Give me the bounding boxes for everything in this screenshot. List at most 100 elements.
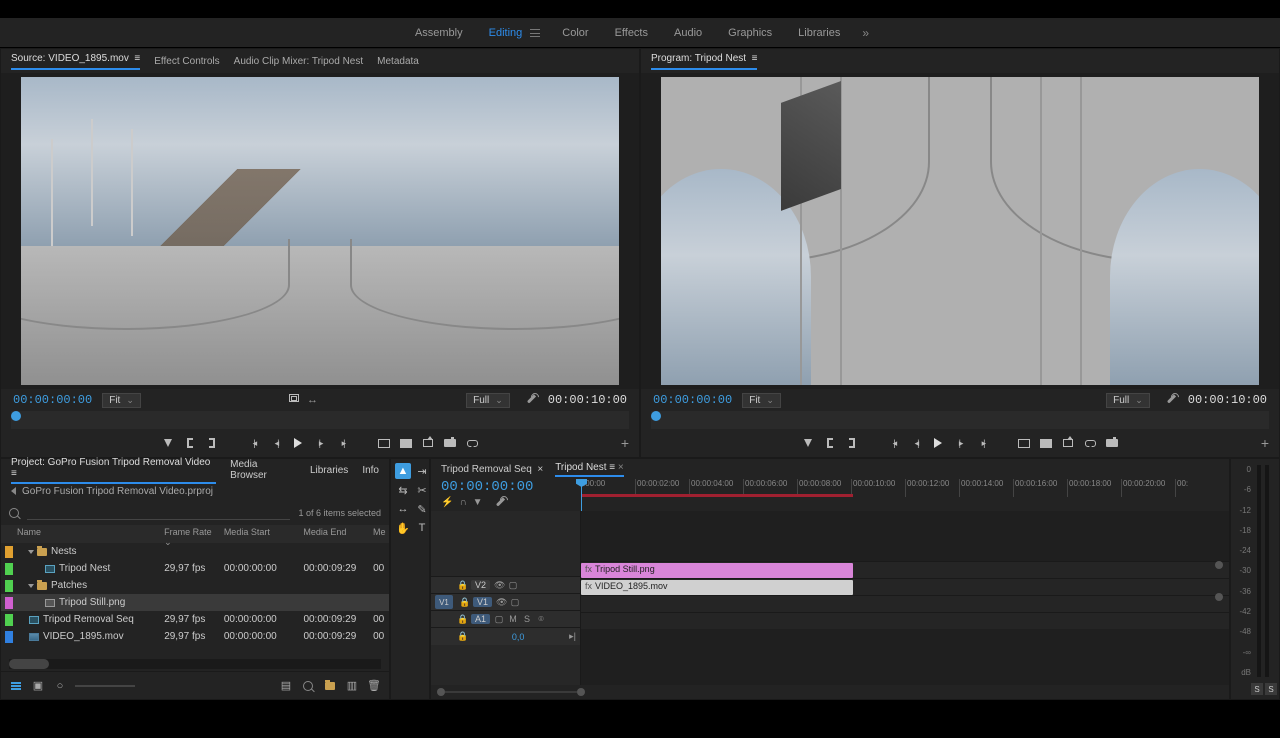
timeline-tracks[interactable]: fxTripod Still.png fxVIDEO_1895.mov	[581, 511, 1229, 685]
bin-row[interactable]: Patches	[1, 577, 389, 594]
solo-button[interactable]: S	[522, 614, 532, 624]
bin-row[interactable]: Nests	[1, 543, 389, 560]
track-v1[interactable]: fxVIDEO_1895.mov	[581, 578, 1229, 595]
step-forward-button[interactable]: |▸	[313, 436, 327, 450]
mark-out-button[interactable]	[845, 436, 859, 450]
export-frame-button[interactable]	[1061, 436, 1075, 450]
source-patch-v1[interactable]: V1	[435, 595, 453, 609]
extract-button[interactable]	[1039, 436, 1053, 450]
go-to-in-button[interactable]: |◂	[247, 436, 261, 450]
sequence-tab-removal[interactable]: Tripod Removal Seq ×	[441, 464, 543, 475]
step-back-button[interactable]: ◂|	[269, 436, 283, 450]
lock-icon[interactable]: 🔒	[457, 614, 467, 625]
camera-icon[interactable]	[1105, 436, 1119, 450]
linked-selection-icon[interactable]: ∩	[459, 497, 466, 512]
hamburger-icon[interactable]	[530, 29, 540, 37]
add-marker-button[interactable]	[161, 436, 175, 450]
play-button[interactable]	[931, 436, 945, 450]
go-to-out-button[interactable]: ▸|	[335, 436, 349, 450]
program-time-ruler[interactable]	[651, 411, 1269, 429]
timeline-scroll-handle[interactable]	[1215, 561, 1223, 569]
program-settings-icon[interactable]	[1166, 394, 1178, 406]
export-frame-button[interactable]	[421, 436, 435, 450]
track-a1[interactable]	[581, 595, 1229, 612]
vr-toggle-button[interactable]	[1083, 436, 1097, 450]
camera-icon[interactable]	[443, 436, 457, 450]
step-back-button[interactable]: ◂|	[909, 436, 923, 450]
mark-out-button[interactable]	[205, 436, 219, 450]
work-area-bar[interactable]	[581, 494, 853, 497]
snap-icon[interactable]: ⚡	[441, 497, 453, 512]
program-timecode-in[interactable]: 00:00:00:00	[653, 393, 732, 407]
back-icon[interactable]	[11, 487, 16, 495]
source-viewport[interactable]	[1, 73, 639, 389]
workspace-tab-editing[interactable]: Editing	[485, 25, 527, 41]
source-time-ruler[interactable]	[11, 411, 629, 429]
source-tab-effect-controls[interactable]: Effect Controls	[154, 56, 219, 67]
step-forward-button[interactable]: |▸	[953, 436, 967, 450]
program-viewport[interactable]	[641, 73, 1279, 389]
clip-video-1895[interactable]: fxVIDEO_1895.mov	[581, 580, 853, 595]
button-editor-button[interactable]: +	[621, 435, 629, 451]
toggle-mode-icon[interactable]: ↔	[307, 394, 318, 406]
bin-header[interactable]: Name Frame Rate ⌄ Media Start Media End …	[1, 525, 389, 543]
meter-solo-left[interactable]: S	[1251, 683, 1263, 695]
eye-icon[interactable]: 👁	[496, 597, 506, 608]
freeform-view-button[interactable]: ○	[53, 680, 67, 692]
program-resolution-dropdown[interactable]: Full	[1106, 393, 1150, 408]
voiceover-icon[interactable]: ⌾	[536, 614, 546, 625]
mark-in-button[interactable]	[823, 436, 837, 450]
workspace-tab-color[interactable]: Color	[558, 25, 592, 41]
track-v2[interactable]: fxTripod Still.png	[581, 561, 1229, 578]
button-editor-button[interactable]: +	[1261, 435, 1269, 451]
track-header-a1[interactable]: 🔒 A1 ▢ M S ⌾	[431, 610, 580, 627]
source-zoom-dropdown[interactable]: Fit	[102, 393, 141, 408]
track-header-v2[interactable]: 🔒 V2 👁▢	[431, 576, 580, 593]
media-browser-tab[interactable]: Media Browser	[230, 459, 296, 481]
overflow-icon[interactable]: »	[862, 26, 869, 40]
lift-button[interactable]	[1017, 436, 1031, 450]
pen-tool[interactable]: ✎	[414, 501, 430, 517]
add-marker-button[interactable]	[801, 436, 815, 450]
mark-in-button[interactable]	[183, 436, 197, 450]
list-view-button[interactable]	[9, 680, 23, 692]
ripple-edit-tool[interactable]: ⇆	[395, 482, 411, 498]
source-timecode-in[interactable]: 00:00:00:00	[13, 393, 92, 407]
source-tab-source[interactable]: Source: VIDEO_1895.mov ≡	[11, 53, 140, 70]
search-icon[interactable]	[9, 508, 19, 518]
info-tab[interactable]: Info	[362, 465, 379, 476]
workspace-tab-effects[interactable]: Effects	[611, 25, 652, 41]
libraries-tab[interactable]: Libraries	[310, 465, 348, 476]
meter-solo-right[interactable]: S	[1265, 683, 1277, 695]
source-tab-metadata[interactable]: Metadata	[377, 56, 419, 67]
program-zoom-dropdown[interactable]: Fit	[742, 393, 781, 408]
workspace-tab-audio[interactable]: Audio	[670, 25, 706, 41]
project-tab[interactable]: Project: GoPro Fusion Tripod Removal Vid…	[11, 457, 216, 484]
razor-tool[interactable]: ✂	[414, 482, 430, 498]
overwrite-button[interactable]	[399, 436, 413, 450]
master-level[interactable]: 0,0	[471, 632, 565, 642]
bin-row[interactable]: Tripod Removal Seq29,97 fps00:00:00:0000…	[1, 611, 389, 628]
track-name-a1[interactable]: A1	[471, 614, 490, 624]
program-tab[interactable]: Program: Tripod Nest ≡	[651, 53, 757, 70]
workspace-tab-libraries[interactable]: Libraries	[794, 25, 844, 41]
timeline-zoom-slider[interactable]	[437, 688, 587, 696]
track-master[interactable]	[581, 612, 1229, 629]
clip-tripod-still[interactable]: fxTripod Still.png	[581, 563, 853, 578]
find-icon[interactable]	[301, 680, 315, 692]
type-tool[interactable]: T	[414, 520, 430, 536]
new-item-button[interactable]: ▥	[345, 680, 359, 692]
play-button[interactable]	[291, 436, 305, 450]
search-input[interactable]	[27, 506, 290, 520]
icon-view-button[interactable]: ▣	[31, 680, 45, 692]
go-to-out-button[interactable]: ▸|	[975, 436, 989, 450]
source-tab-audio-mixer[interactable]: Audio Clip Mixer: Tripod Nest	[234, 56, 364, 67]
source-resolution-dropdown[interactable]: Full	[466, 393, 510, 408]
lock-icon[interactable]: 🔒	[459, 597, 469, 608]
lock-icon[interactable]: 🔒	[457, 580, 467, 591]
bin-row[interactable]: Tripod Still.png	[1, 594, 389, 611]
timeline-timecode[interactable]: 00:00:00:00	[441, 479, 571, 495]
settings-icon[interactable]	[526, 394, 538, 406]
slip-tool[interactable]: ↔	[395, 501, 411, 517]
workspace-tab-assembly[interactable]: Assembly	[411, 25, 467, 41]
